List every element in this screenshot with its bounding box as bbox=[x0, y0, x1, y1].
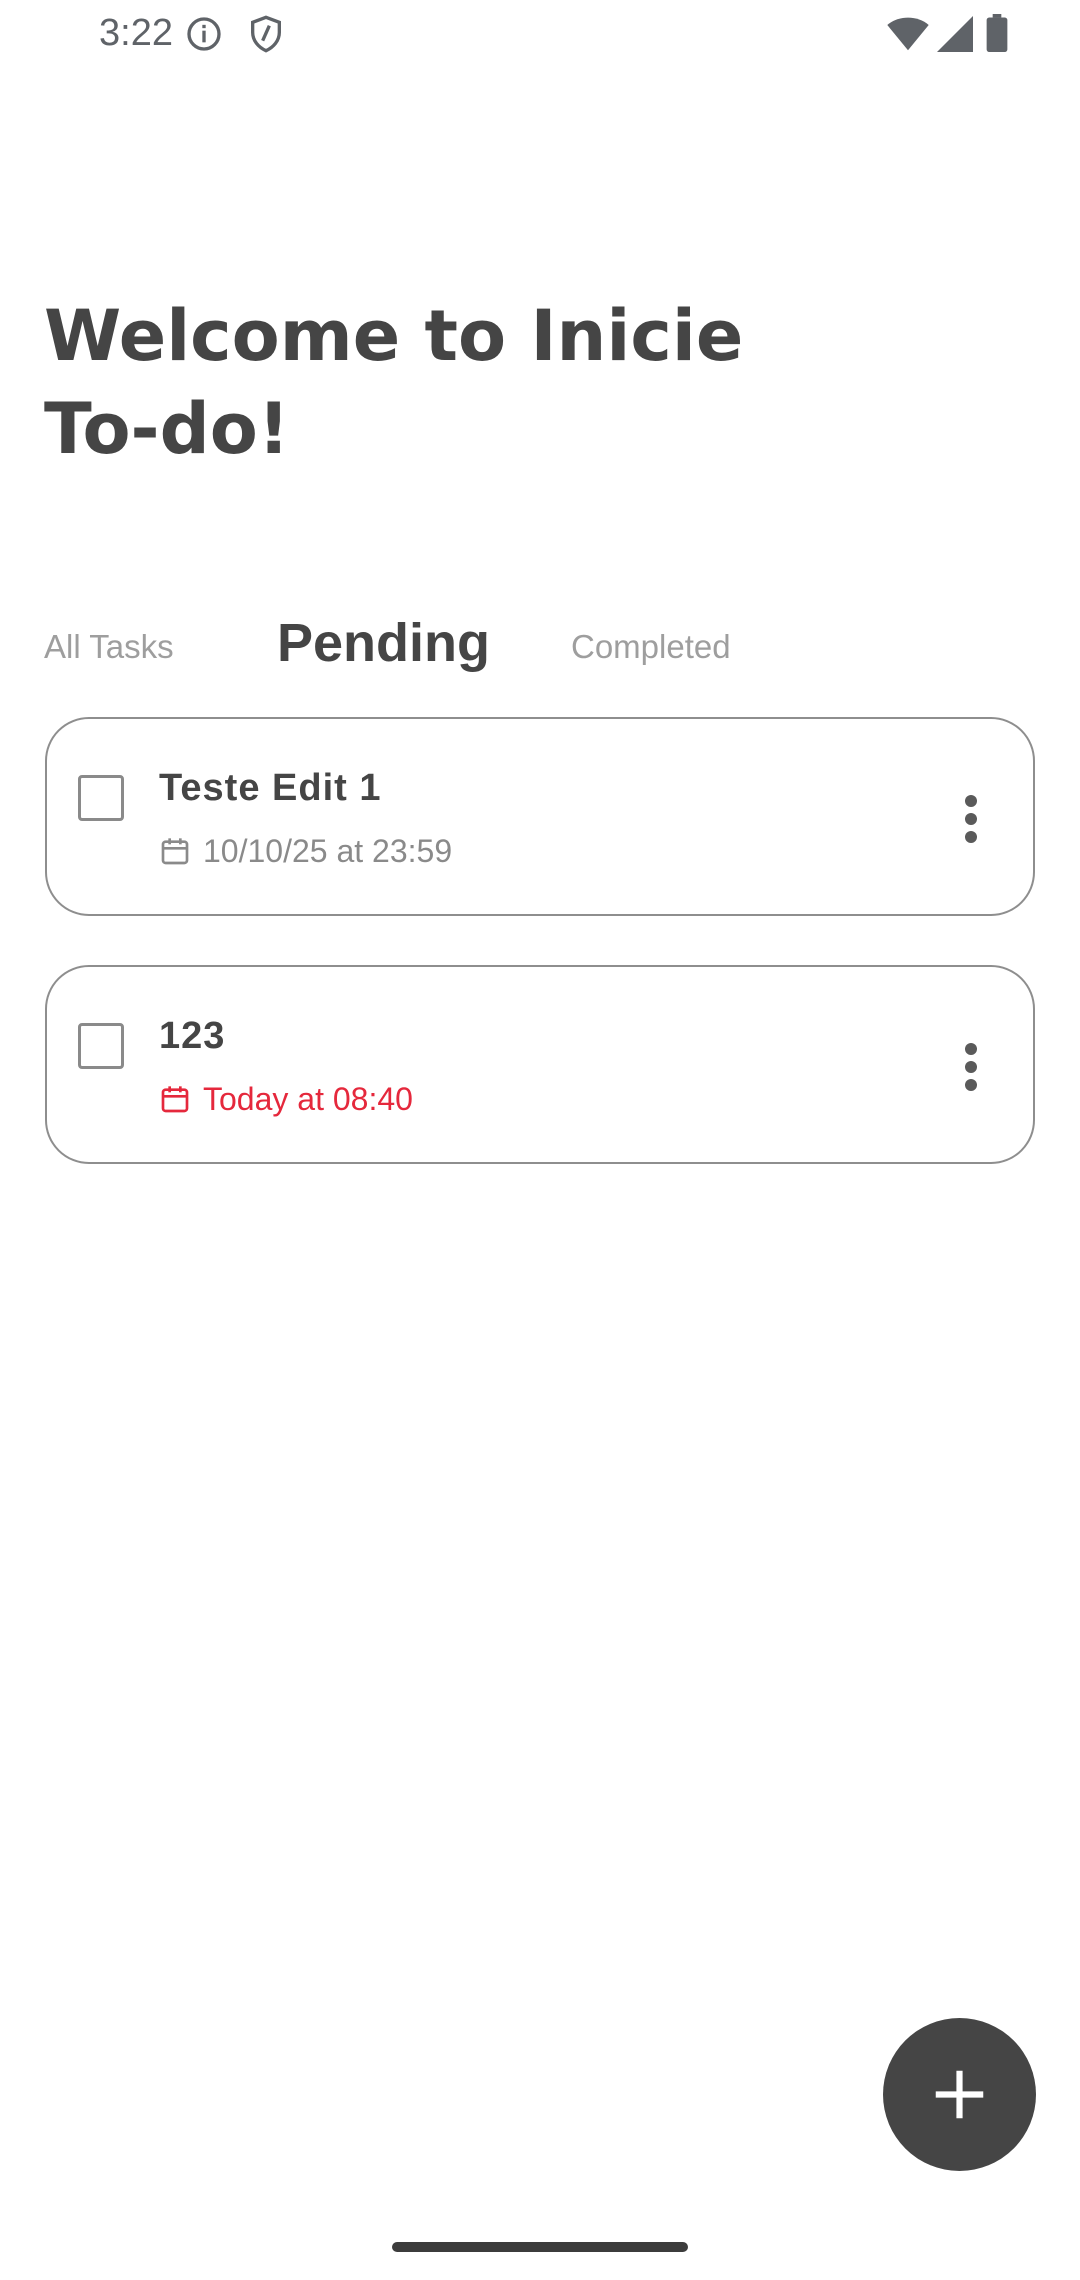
battery-icon bbox=[986, 14, 1008, 57]
info-icon bbox=[184, 14, 224, 59]
status-time: 3:22 bbox=[99, 12, 173, 54]
filter-tabs: All Tasks Pending Completed bbox=[0, 600, 1080, 690]
task-due-date: 10/10/25 at 23:59 bbox=[159, 831, 452, 871]
task-title: Teste Edit 1 bbox=[159, 767, 382, 809]
more-options-icon[interactable] bbox=[961, 1043, 981, 1091]
wifi-icon bbox=[886, 16, 930, 57]
task-due-text: 10/10/25 at 23:59 bbox=[203, 832, 453, 869]
task-checkbox[interactable] bbox=[78, 775, 124, 821]
page-title: Welcome to Inicie To-do! bbox=[44, 295, 744, 470]
tab-pending[interactable]: Pending bbox=[277, 612, 490, 674]
task-due-text: Today at 08:40 bbox=[203, 1080, 413, 1117]
todo-screen: 3:22 Welcome to Inicie To-do! All Tasks … bbox=[0, 0, 1080, 2280]
signal-icon bbox=[937, 16, 973, 57]
add-task-button[interactable] bbox=[883, 2018, 1036, 2171]
calendar-icon bbox=[161, 838, 189, 865]
tab-completed[interactable]: Completed bbox=[571, 628, 731, 666]
task-card[interactable]: Teste Edit 1 10/10/25 at 23:59 bbox=[45, 717, 1035, 916]
task-title: 123 bbox=[159, 1015, 226, 1057]
shield-icon bbox=[246, 14, 286, 59]
more-options-icon[interactable] bbox=[961, 795, 981, 843]
home-indicator[interactable] bbox=[392, 2242, 688, 2252]
plus-icon bbox=[935, 2070, 984, 2119]
calendar-icon bbox=[161, 1086, 189, 1113]
task-checkbox[interactable] bbox=[78, 1023, 124, 1069]
status-bar: 3:22 bbox=[0, 0, 1080, 70]
tab-all-tasks[interactable]: All Tasks bbox=[44, 628, 174, 666]
task-due-date: Today at 08:40 bbox=[159, 1079, 413, 1119]
task-card[interactable]: 123 Today at 08:40 bbox=[45, 965, 1035, 1164]
